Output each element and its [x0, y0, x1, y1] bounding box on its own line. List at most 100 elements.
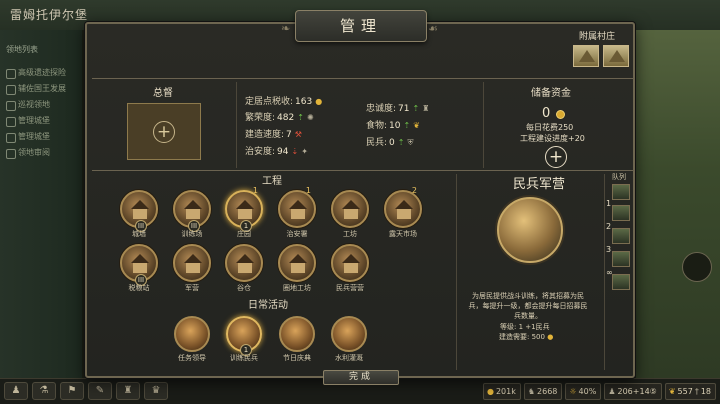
tax-stat: 定居点税收: 163 ● — [245, 94, 322, 107]
extra-value: 18 — [700, 387, 711, 396]
building-walls[interactable]: III — [120, 190, 158, 232]
building-tax-station[interactable]: III — [120, 244, 158, 286]
governor-title: 总督 — [153, 88, 173, 99]
attached-villages — [573, 45, 629, 67]
activity-irrigation[interactable] — [331, 316, 367, 352]
activity-task-lead[interactable] — [174, 316, 210, 352]
left-menu: 领地列表 高级遗迹探险 辅佐国王发展 巡视领地 管理城堡 管理城堡 领地审阅 — [6, 44, 80, 161]
quest-icon[interactable]: ✎ — [88, 382, 112, 400]
building-label: 圈地工坊 — [283, 284, 311, 292]
construction-label: 建造速度: — [245, 130, 285, 140]
queue-slot[interactable] — [612, 228, 630, 244]
troops-stat: ♟ 206+14⑤ — [604, 383, 662, 400]
left-menu-item[interactable]: 高级遗迹探险 — [6, 65, 80, 81]
inventory-icon[interactable]: ⚗ — [32, 382, 56, 400]
tax-value: 163 — [295, 97, 313, 107]
militia-camp-description: 为居民提供战斗训练，将其招募为民兵，每提升一级，都会提升每日招募民兵数量。 — [468, 292, 588, 320]
left-menu-item[interactable]: 管理城堡 — [6, 113, 80, 129]
building-enclosure-workshop[interactable] — [278, 244, 316, 282]
building-label: 训练场 — [181, 230, 203, 238]
activity-festival[interactable] — [279, 316, 315, 352]
divider-reserve — [483, 82, 484, 168]
queue-label: 队列 — [612, 173, 626, 181]
increase-icon: ⇡ — [412, 104, 420, 113]
increase-icon: ⇡ — [397, 138, 405, 147]
tax-label: 定居点税收: — [245, 97, 294, 107]
divider-queue — [604, 174, 605, 370]
queue-slot[interactable] — [612, 205, 630, 221]
coin-icon: ● — [315, 97, 323, 106]
militia-label: 民兵: — [366, 138, 388, 148]
add-icon: + — [153, 120, 175, 143]
activity-label: 任务领导 — [178, 354, 206, 362]
done-button[interactable]: 完成 — [323, 370, 399, 385]
sword-icon: † — [694, 387, 699, 396]
food-value-panel: 10 — [389, 121, 401, 131]
map-button[interactable] — [682, 252, 712, 282]
building-granary[interactable] — [225, 244, 263, 282]
projects-title: 工程 — [262, 176, 282, 187]
food-label: 食物: — [366, 121, 388, 131]
construction-stat: 建造速度: 7 ⚒ — [245, 127, 302, 140]
militia-camp-image — [497, 197, 563, 263]
left-menu-item[interactable]: 辅佐国王发展 — [6, 81, 80, 97]
left-menu-item[interactable]: 巡视领地 — [6, 97, 80, 113]
prosperity-label: 繁荣度: — [245, 113, 276, 123]
building-open-market[interactable]: 2 — [384, 186, 422, 228]
divider-governor — [236, 82, 237, 168]
horse-stat: ♞ 2668 — [523, 383, 563, 400]
queue-number: 2 — [411, 186, 417, 195]
activity-train-militia[interactable]: 1 — [226, 316, 262, 356]
divider-middle — [92, 170, 634, 171]
queue-slot[interactable] — [612, 274, 630, 290]
building-label: 工坊 — [343, 230, 357, 238]
building-barracks[interactable] — [173, 244, 211, 282]
loyalty-icon: ♜ — [422, 104, 430, 113]
add-reserve-button[interactable]: + — [545, 146, 567, 168]
divider-militia — [456, 174, 457, 370]
village-thumbnail[interactable] — [603, 45, 629, 67]
building-training-field[interactable]: III — [173, 190, 211, 232]
construction-value: 7 — [286, 130, 292, 140]
building-workshop[interactable] — [331, 190, 369, 228]
reserve-title: 储备资金 — [531, 88, 571, 99]
militia-camp-level: 等级: 1 +1民兵 — [500, 323, 550, 331]
troops-icon: ♟ — [608, 387, 616, 396]
coin-icon — [556, 110, 565, 119]
building-security-office[interactable]: 1 — [278, 186, 316, 228]
horse-value: 2668 — [537, 387, 558, 396]
village-thumbnail[interactable] — [573, 45, 599, 67]
security-value: 94 — [277, 147, 289, 157]
grain-icon: ❦ — [668, 387, 676, 396]
bottom-toolbar: ♟ ⚗ ⚑ ✎ ♜ ♛ — [4, 382, 168, 400]
food-value: 557 — [677, 387, 693, 396]
activity-label: 水利灌溉 — [335, 354, 363, 362]
queue-slot[interactable] — [612, 184, 630, 200]
reserve-daily-cost: 每日花费250 — [526, 123, 574, 132]
troops-value: 206+14⑤ — [617, 387, 657, 396]
food-stat-panel: 食物: 10 ⇡ ❦ — [366, 118, 420, 131]
left-menu-item[interactable]: 管理城堡 — [6, 129, 80, 145]
left-menu-item[interactable]: 领地审阅 — [6, 145, 80, 161]
morale-stat: ☼ 40% — [565, 383, 602, 400]
prosperity-value: 482 — [277, 113, 295, 123]
increase-icon: ⇡ — [403, 121, 411, 130]
security-icon: ✦ — [301, 147, 308, 156]
building-label: 民兵营营 — [336, 284, 364, 292]
character-icon[interactable]: ♟ — [4, 382, 28, 400]
governor-slot[interactable]: + — [127, 103, 201, 160]
security-stat: 治安度: 94 ⇣ ✦ — [245, 144, 308, 157]
attached-villages-label: 附属村庄 — [579, 32, 616, 42]
queue-number: 3 — [606, 245, 612, 254]
left-menu-head: 领地列表 — [6, 45, 38, 54]
building-militia-camp[interactable] — [331, 244, 369, 282]
queue-slot[interactable] — [612, 251, 630, 267]
building-label: 城墙 — [132, 230, 146, 238]
clan-icon[interactable]: ♜ — [116, 382, 140, 400]
party-icon[interactable]: ⚑ — [60, 382, 84, 400]
kingdom-icon[interactable]: ♛ — [144, 382, 168, 400]
prosperity-icon: ✺ — [306, 113, 314, 122]
panel-title: 管理 — [295, 10, 427, 42]
decrease-icon: ⇣ — [291, 147, 299, 156]
building-manor[interactable]: 11 — [225, 186, 263, 232]
